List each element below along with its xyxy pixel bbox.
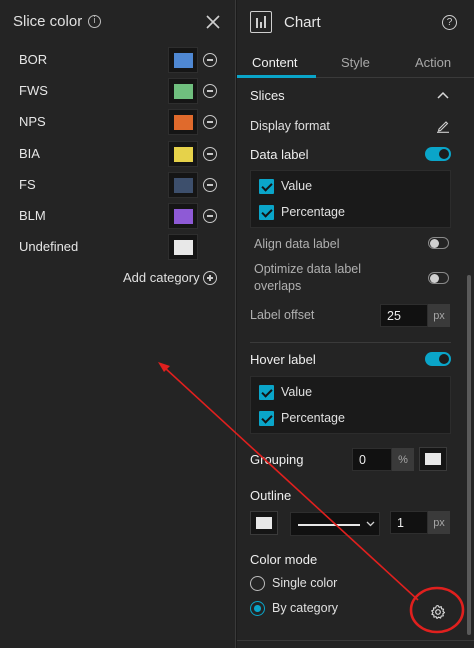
slices-section-title: Slices [250,88,285,103]
category-color-picker[interactable] [168,172,198,198]
label-offset-unit: px [428,304,450,327]
remove-category-icon[interactable] [203,147,217,161]
category-label: BIA [19,146,40,161]
single-color-radio[interactable] [250,576,265,591]
settings-scroll-area: Slices Display format Data label Value P… [237,79,474,648]
remove-category-icon[interactable] [203,84,217,98]
category-label: FWS [19,83,48,98]
category-row-undefined: Undefined [0,232,236,262]
grouping-input[interactable]: 0 [352,448,392,471]
color-swatch [425,453,441,465]
category-color-picker[interactable] [168,78,198,104]
optimize-overlaps-toggle[interactable] [428,272,449,284]
grouping-color-picker[interactable] [419,447,447,471]
label-offset-input[interactable]: 25 [380,304,428,327]
tab-style[interactable]: Style [341,55,370,70]
chart-settings-panel: Chart ? Content Style Action Slices Disp… [237,0,474,648]
checkbox-label: Value [281,179,313,193]
color-swatch [174,178,193,193]
remove-category-icon[interactable] [203,53,217,67]
percentage-checkbox[interactable] [259,205,274,220]
label-offset-label: Label offset [250,308,315,322]
category-row: BOR [0,45,236,75]
panel-title: Chart [284,14,321,31]
tab-action[interactable]: Action [415,55,451,70]
outline-label: Outline [250,488,292,503]
data-label-options: Value Percentage [250,170,451,228]
divider [250,342,451,343]
hover-label-options: Value Percentage [250,376,451,434]
gear-icon[interactable] [430,604,446,620]
category-row: NPS [0,107,236,137]
divider [237,640,474,641]
info-icon[interactable]: i [88,15,101,28]
category-label: NPS [19,114,46,129]
undefined-color-picker[interactable] [168,234,198,260]
category-label: Undefined [19,239,79,254]
category-label: BOR [19,52,48,67]
display-format-label: Display format [250,119,330,133]
help-icon[interactable]: ? [442,15,457,30]
category-color-picker[interactable] [168,203,198,229]
chevron-down-icon [366,521,375,527]
outline-width-input[interactable]: 1 [390,511,428,534]
outline-color-picker[interactable] [250,511,278,535]
color-swatch [174,240,193,255]
remove-category-icon[interactable] [203,209,217,223]
slice-color-title: Slice color [13,13,83,30]
color-swatch [174,209,193,224]
tab-bar: Content Style Action [237,47,474,78]
color-swatch [174,147,193,162]
category-row: BLM [0,201,236,231]
hover-label-toggle[interactable] [425,352,451,366]
active-tab-indicator [237,75,316,78]
pencil-icon[interactable] [436,119,450,133]
category-color-picker[interactable] [168,141,198,167]
checkbox-label: Percentage [281,411,345,425]
bar-chart-icon [250,11,272,33]
grouping-unit: % [392,448,414,471]
tab-content[interactable]: Content [252,55,298,70]
grouping-label: Grouping [250,452,304,467]
line-style-preview [298,524,360,526]
radio-label[interactable]: Single color [272,576,337,590]
optimize-label-line2: overlaps [254,279,302,293]
remove-category-icon[interactable] [203,115,217,129]
data-label-title: Data label [250,147,309,162]
add-icon[interactable] [203,271,217,285]
category-row: FS [0,170,236,200]
category-label: FS [19,177,36,192]
checkbox-label: Percentage [281,205,345,219]
category-label: BLM [19,208,46,223]
optimize-label-line1: Optimize data label [254,262,362,276]
add-category-button[interactable]: Add category [123,270,200,285]
align-data-label-toggle[interactable] [428,237,449,249]
category-row: BIA [0,139,236,169]
data-label-toggle[interactable] [425,147,451,161]
category-row: FWS [0,76,236,106]
line-style-select[interactable] [290,512,380,536]
radio-label[interactable]: By category [272,601,338,615]
slice-color-panel: Slice color i BOR FWS NPS BIA FS BLM Und… [0,0,236,648]
checkbox-label: Value [281,385,313,399]
hover-label-title: Hover label [250,352,316,367]
color-swatch [174,53,193,68]
value-checkbox[interactable] [259,179,274,194]
color-swatch [174,84,193,99]
outline-width-unit: px [428,511,450,534]
percentage-checkbox[interactable] [259,411,274,426]
color-swatch [256,517,272,529]
by-category-radio[interactable] [250,601,265,616]
chevron-up-icon[interactable] [437,91,449,99]
close-icon[interactable] [203,12,223,32]
scrollbar[interactable] [467,275,471,635]
category-color-picker[interactable] [168,47,198,73]
remove-category-icon[interactable] [203,178,217,192]
value-checkbox[interactable] [259,385,274,400]
color-mode-label: Color mode [250,552,318,567]
category-color-picker[interactable] [168,109,198,135]
color-swatch [174,115,193,130]
align-data-label-label: Align data label [254,237,340,251]
